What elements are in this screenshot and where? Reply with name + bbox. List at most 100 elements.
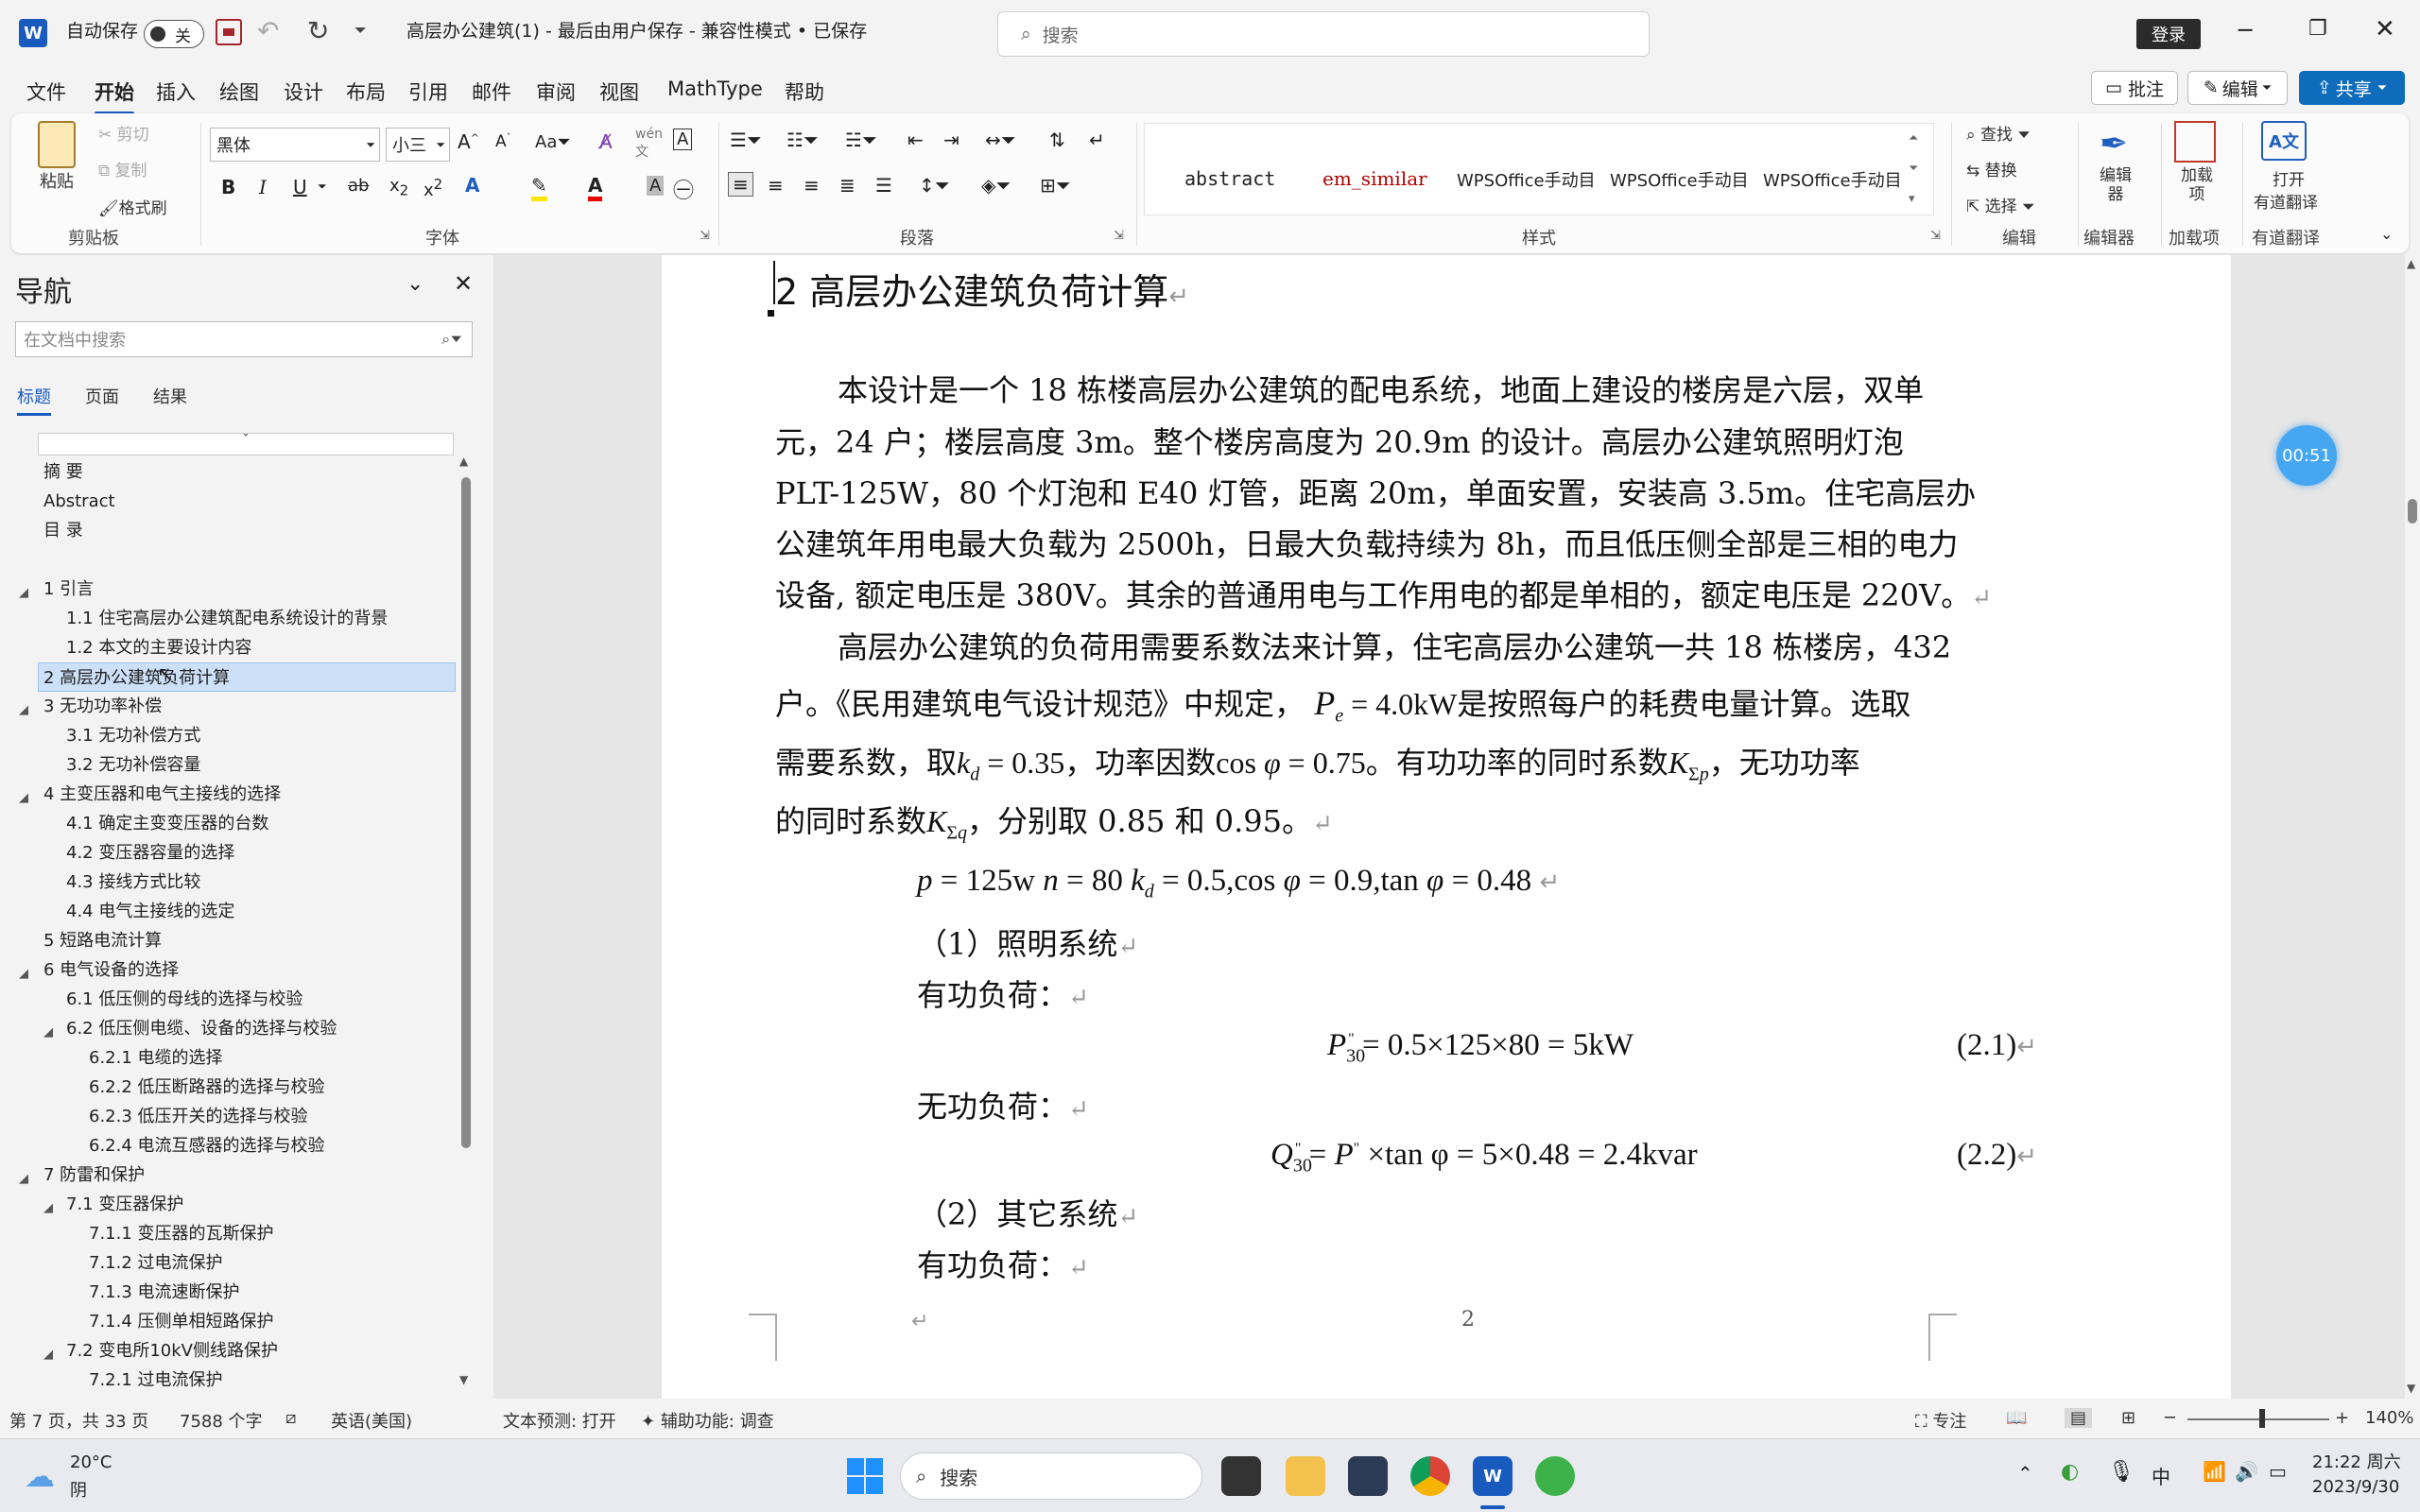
nav-search-input[interactable]: 在文档中搜索 ⌕⏷ xyxy=(15,321,473,357)
document-title[interactable]: 高层办公建筑(1) - 最后由用户保存 - 兼容性模式 • 已保存 xyxy=(406,17,867,43)
comments-button[interactable]: ▭ 批注 xyxy=(2091,71,2178,105)
style-wps-3[interactable]: WPSOffice手动目 xyxy=(1763,167,1902,192)
document-scroll-thumb[interactable] xyxy=(2408,499,2417,524)
nav-options-icon[interactable]: ⌄ xyxy=(406,272,424,296)
paste-button[interactable]: 粘贴 xyxy=(40,168,74,193)
taskbar-search[interactable]: ⌕ 搜索 xyxy=(900,1452,1202,1500)
nav-item-5[interactable]: 5 短路电流计算 xyxy=(43,926,162,955)
wechat-icon[interactable] xyxy=(1535,1456,1575,1496)
nav-item-abstract-cn[interactable]: 摘 要 xyxy=(43,457,83,487)
gallery-up-icon[interactable]: ⏶ xyxy=(1909,131,1918,146)
menu-insert[interactable]: 插入 xyxy=(156,77,196,106)
dialog-launcher-icon[interactable]: ⇲ xyxy=(1114,229,1124,243)
file-explorer-icon[interactable] xyxy=(1286,1456,1325,1496)
battery-icon[interactable]: ▭ xyxy=(2269,1460,2287,1483)
clock-date[interactable]: 2023/9/30 xyxy=(2312,1477,2399,1497)
tab-results[interactable]: 结果 xyxy=(153,384,187,408)
collapse-triangle-icon[interactable]: ◢ xyxy=(19,967,28,981)
justify-icon[interactable]: ≣ xyxy=(839,174,856,197)
highlight-icon[interactable]: ✎ xyxy=(531,174,547,201)
clock-time[interactable]: 21:22 周六 xyxy=(2312,1449,2401,1473)
nav-item-6-2[interactable]: 6.2 低压侧电缆、设备的选择与校验 xyxy=(66,1014,337,1043)
nav-item-7-2[interactable]: 7.2 变电所10kV侧线路保护 xyxy=(66,1336,278,1366)
tab-pages[interactable]: 页面 xyxy=(85,384,119,408)
collapse-triangle-icon[interactable]: ◢ xyxy=(19,1172,28,1186)
gallery-down-icon[interactable]: ⏷ xyxy=(1909,162,1918,176)
task-view-icon[interactable] xyxy=(1221,1456,1261,1496)
collapse-triangle-icon[interactable]: ◢ xyxy=(43,1025,53,1040)
weather-temp[interactable]: 20°C xyxy=(70,1452,112,1472)
nav-item-1-1[interactable]: 1.1 住宅高层办公建筑配电系统设计的背景 xyxy=(66,604,388,633)
increase-indent-icon[interactable]: ⇥ xyxy=(943,129,959,151)
chrome-icon[interactable] xyxy=(1410,1456,1450,1496)
replace-button[interactable]: ⇆ 替换 xyxy=(1966,157,2017,180)
tray-app-icon[interactable]: ◐ xyxy=(2061,1460,2079,1484)
strikethrough-icon[interactable]: ab xyxy=(348,176,369,196)
copy-button[interactable]: ⧉ 复制 xyxy=(98,157,147,180)
tray-chevron-icon[interactable]: ⌃ xyxy=(2017,1462,2033,1485)
phonetic-guide-icon[interactable]: wén 文 xyxy=(635,127,663,161)
distributed-icon[interactable]: ☰ xyxy=(875,174,892,197)
menu-layout[interactable]: 布局 xyxy=(346,77,386,106)
dialog-launcher-icon[interactable]: ⇲ xyxy=(1930,229,1941,243)
collapse-triangle-icon[interactable]: ◢ xyxy=(43,1201,53,1215)
zoom-level[interactable]: 140% xyxy=(2365,1408,2413,1428)
save-icon[interactable] xyxy=(216,19,242,45)
chinese-layout-icon[interactable]: ↔⏷ xyxy=(985,129,1016,151)
word-count[interactable]: 7588 个字 xyxy=(180,1408,263,1433)
nav-item-3-1[interactable]: 3.1 无功补偿方式 xyxy=(66,721,200,750)
select-button[interactable]: ⇱ 选择 ⏷ xyxy=(1966,193,2035,216)
nav-item-7-1[interactable]: 7.1 变压器保护 xyxy=(66,1190,183,1219)
style-abstract[interactable]: abstract xyxy=(1184,167,1275,190)
collapse-triangle-icon[interactable]: ◢ xyxy=(19,586,28,600)
customize-toolbar-icon[interactable]: ⏷ xyxy=(354,21,367,40)
text-prediction-status[interactable]: 文本预测: 打开 xyxy=(503,1408,616,1433)
print-layout-icon[interactable]: ▤ xyxy=(2065,1408,2093,1428)
paste-icon[interactable] xyxy=(38,121,76,168)
font-size-select[interactable]: 小三 ⏷ xyxy=(386,128,450,162)
scroll-up-icon[interactable]: ▲ xyxy=(459,455,468,468)
app-cube-icon[interactable] xyxy=(1348,1456,1388,1496)
nav-item-7-1-4[interactable]: 7.1.4 压侧单相短路保护 xyxy=(89,1307,274,1336)
nav-item-7-1-1[interactable]: 7.1.1 变压器的瓦斯保护 xyxy=(89,1219,274,1248)
minimize-icon[interactable]: ─ xyxy=(2238,17,2252,43)
nav-item-7-1-3[interactable]: 7.1.3 电流速断保护 xyxy=(89,1278,240,1307)
nav-item-toc[interactable]: 目 录 xyxy=(43,516,83,545)
microphone-icon[interactable]: 🎙 xyxy=(2108,1460,2135,1484)
accessibility-status[interactable]: ✦ 辅助功能: 调查 xyxy=(641,1408,774,1433)
nav-item-4-2[interactable]: 4.2 变压器容量的选择 xyxy=(66,838,234,868)
bold-icon[interactable]: B xyxy=(221,176,235,198)
search-input[interactable]: ⌕ 搜索 xyxy=(997,11,1650,57)
format-painter-button[interactable]: 🖌格式刷 xyxy=(98,195,167,218)
nav-item-abstract-en[interactable]: Abstract xyxy=(43,487,115,516)
menu-mailings[interactable]: 邮件 xyxy=(472,77,511,106)
style-wps-2[interactable]: WPSOffice手动目 xyxy=(1610,167,1749,192)
nav-item-7[interactable]: 7 防雷和保护 xyxy=(43,1160,145,1190)
nav-item-2-selected[interactable]: 2 高层办公建筑负荷计算 xyxy=(38,662,456,692)
redo-icon[interactable]: ↻ xyxy=(307,15,329,46)
change-case-icon[interactable]: Aa⏷ xyxy=(535,132,571,152)
font-family-select[interactable]: 黑体 ⏷ xyxy=(210,128,380,162)
language-status[interactable]: 英语(美国) xyxy=(331,1408,412,1433)
align-left-icon[interactable]: ≡ xyxy=(728,172,753,197)
bullets-icon[interactable]: ☰⏷ xyxy=(730,129,762,151)
nav-item-6[interactable]: 6 电气设备的选择 xyxy=(43,955,179,985)
text-effects-icon[interactable]: A xyxy=(465,174,479,197)
collapse-triangle-icon[interactable]: ◢ xyxy=(43,1348,53,1362)
subscript-icon[interactable]: x2 xyxy=(389,176,408,199)
nav-item-4-4[interactable]: 4.4 电气主接线的选定 xyxy=(66,897,234,926)
youdao-translate-icon[interactable]: A文 xyxy=(2261,121,2307,161)
focus-button[interactable]: ⛶ 专注 xyxy=(1915,1408,1966,1433)
shrink-font-icon[interactable]: Aˇ xyxy=(495,132,511,151)
ime-indicator[interactable]: 中 xyxy=(2152,1462,2170,1489)
menu-mathtype[interactable]: MathType xyxy=(667,77,763,100)
addins-icon[interactable] xyxy=(2174,121,2216,163)
nav-scrollbar[interactable]: ▲ ▼ xyxy=(459,455,471,1389)
nav-item-1[interactable]: 1 引言 xyxy=(43,575,94,604)
translate-button-line1[interactable]: 打开 xyxy=(2273,166,2305,190)
restore-icon[interactable]: ❐ xyxy=(2308,17,2327,41)
menu-home[interactable]: 开始 xyxy=(95,77,134,115)
borders-icon[interactable]: ⊞⏷ xyxy=(1040,174,1071,197)
clear-formatting-icon[interactable]: A̸ xyxy=(599,130,613,153)
menu-view[interactable]: 视图 xyxy=(599,77,639,106)
